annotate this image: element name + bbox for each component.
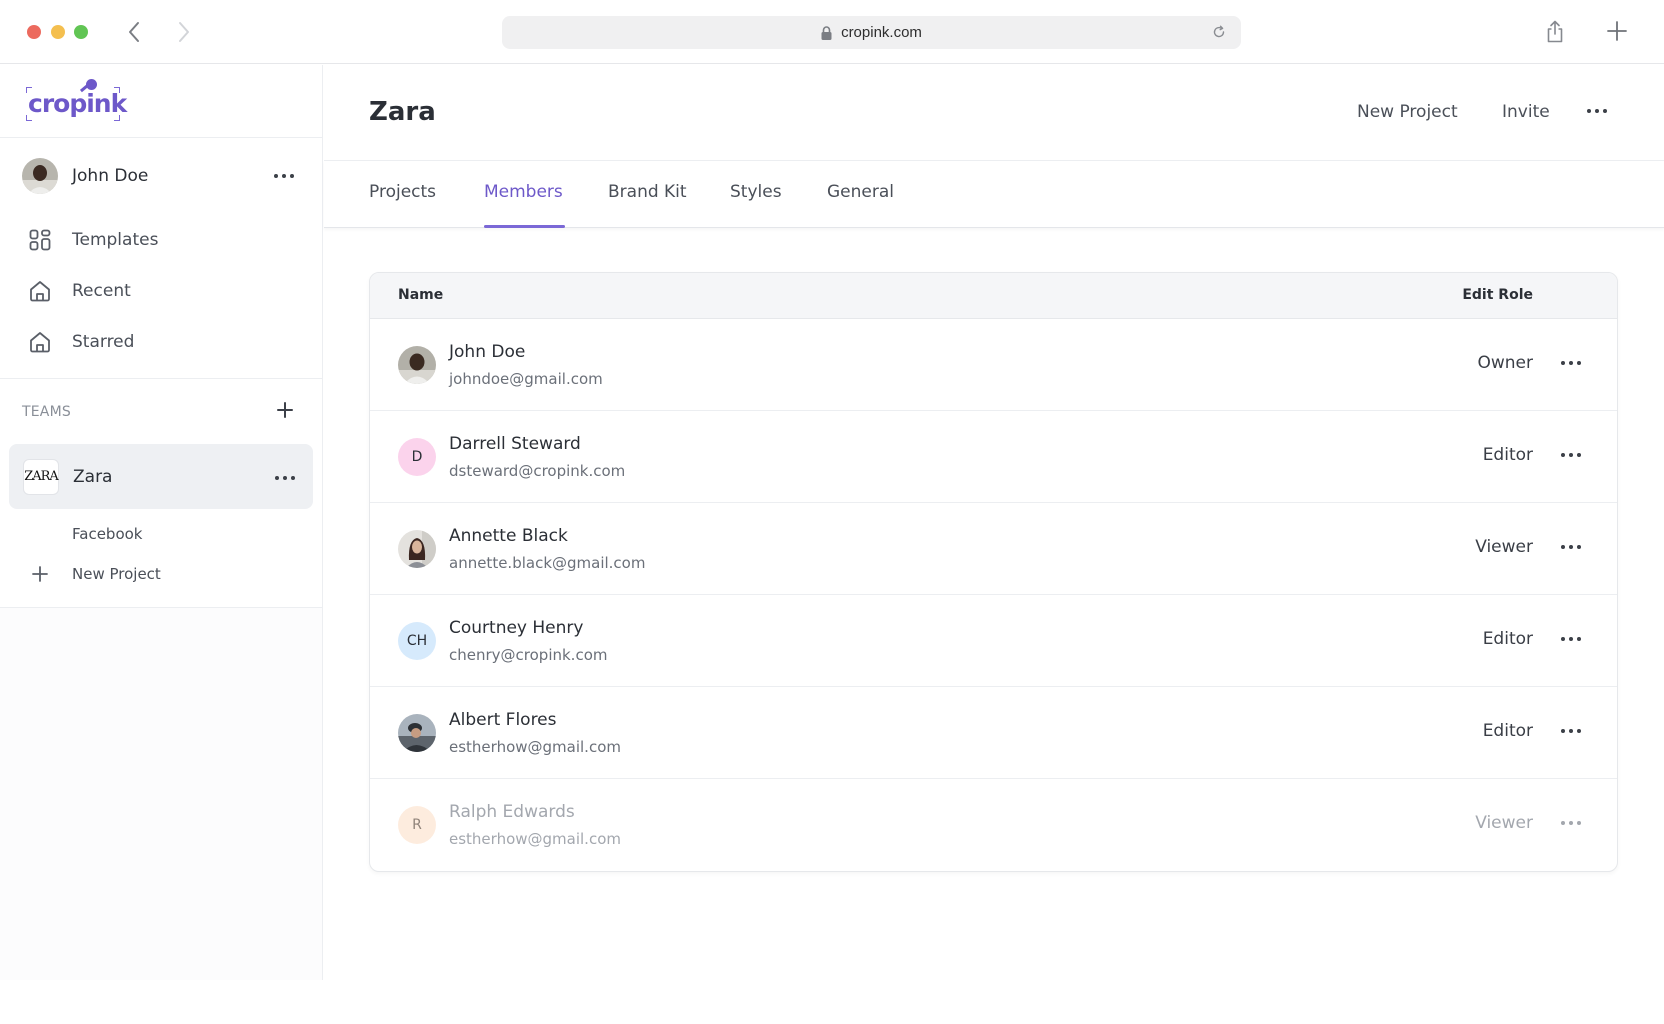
member-role[interactable]: Owner bbox=[1477, 353, 1533, 373]
team-project-facebook[interactable]: Facebook bbox=[0, 514, 322, 554]
home-icon bbox=[28, 330, 52, 354]
url-text: cropink.com bbox=[841, 24, 922, 41]
member-more-icon[interactable] bbox=[1559, 355, 1583, 371]
member-role[interactable]: Editor bbox=[1483, 445, 1533, 465]
sidebar-item-label: Templates bbox=[72, 229, 159, 250]
table-header: Name Edit Role bbox=[370, 273, 1617, 319]
user-section: John Doe Templates Recent Starred bbox=[0, 138, 322, 379]
member-email: chenry@cropink.com bbox=[449, 646, 608, 664]
member-name: Ralph Edwards bbox=[449, 802, 575, 822]
page-header: Zara New Project Invite bbox=[324, 65, 1664, 161]
team-name: Zara bbox=[73, 466, 113, 487]
member-avatar-initials: R bbox=[398, 806, 436, 844]
tab-projects[interactable]: Projects bbox=[369, 182, 436, 228]
table-row-pending[interactable]: R Ralph Edwards estherhow@gmail.com View… bbox=[370, 779, 1617, 871]
reload-icon[interactable] bbox=[1211, 24, 1227, 40]
cropink-logo[interactable]: cropink bbox=[26, 79, 127, 121]
team-tabs: Projects Members Brand Kit Styles Genera… bbox=[324, 161, 1664, 228]
new-project-label: New Project bbox=[72, 565, 161, 583]
column-header-edit-role: Edit Role bbox=[1462, 287, 1533, 303]
address-bar[interactable]: cropink.com bbox=[502, 16, 1241, 49]
sidebar: cropink John Doe Templates Recent Starre… bbox=[0, 65, 323, 980]
new-tab-plus-icon[interactable] bbox=[1606, 20, 1628, 42]
member-role[interactable]: Viewer bbox=[1475, 537, 1533, 557]
sidebar-item-label: Starred bbox=[72, 331, 135, 352]
member-name: Courtney Henry bbox=[449, 618, 584, 638]
sidebar-item-templates[interactable]: Templates bbox=[0, 214, 322, 265]
minimize-window-button[interactable] bbox=[51, 25, 65, 39]
member-email: dsteward@cropink.com bbox=[449, 462, 626, 480]
table-row[interactable]: Albert Flores estherhow@gmail.com Editor bbox=[370, 687, 1617, 779]
main-content: Zara New Project Invite Projects Members… bbox=[324, 65, 1664, 980]
team-item-zara[interactable]: ZARA Zara bbox=[9, 444, 313, 509]
tab-members[interactable]: Members bbox=[484, 182, 565, 228]
sidebar-item-label: Recent bbox=[72, 280, 131, 301]
tab-general[interactable]: General bbox=[827, 182, 894, 228]
member-name: Darrell Steward bbox=[449, 434, 581, 454]
teams-section: TEAMS ZARA Zara Facebook New Project bbox=[0, 379, 322, 608]
teams-header: TEAMS bbox=[0, 379, 322, 444]
member-email: johndoe@gmail.com bbox=[449, 370, 603, 388]
member-more-icon[interactable] bbox=[1559, 723, 1583, 739]
member-name: Albert Flores bbox=[449, 710, 557, 730]
member-role[interactable]: Editor bbox=[1483, 629, 1533, 649]
team-logo: ZARA bbox=[23, 458, 59, 495]
member-more-icon[interactable] bbox=[1559, 539, 1583, 555]
member-email: estherhow@gmail.com bbox=[449, 830, 621, 848]
member-avatar bbox=[398, 530, 436, 568]
browser-toolbar: cropink.com bbox=[0, 0, 1664, 64]
member-role[interactable]: Editor bbox=[1483, 721, 1533, 741]
team-more-icon[interactable] bbox=[273, 470, 297, 486]
sidebar-item-recent[interactable]: Recent bbox=[0, 265, 322, 316]
back-button[interactable] bbox=[120, 18, 148, 46]
close-window-button[interactable] bbox=[27, 25, 41, 39]
member-avatar-initials: CH bbox=[398, 622, 436, 660]
member-role[interactable]: Viewer bbox=[1475, 813, 1533, 833]
lock-icon bbox=[821, 25, 832, 40]
logo-text: cropink bbox=[28, 89, 127, 118]
members-table: Name Edit Role John Doe johndoe@gmail.co… bbox=[369, 272, 1618, 872]
sidebar-item-starred[interactable]: Starred bbox=[0, 316, 322, 367]
member-more-icon[interactable] bbox=[1559, 447, 1583, 463]
header-more-icon[interactable] bbox=[1585, 103, 1609, 119]
member-email: estherhow@gmail.com bbox=[449, 738, 621, 756]
user-avatar bbox=[22, 158, 58, 194]
table-row[interactable]: CH Courtney Henry chenry@cropink.com Edi… bbox=[370, 595, 1617, 687]
tab-styles[interactable]: Styles bbox=[730, 182, 782, 228]
plus-icon bbox=[32, 566, 48, 582]
member-avatar bbox=[398, 714, 436, 752]
column-header-name: Name bbox=[398, 287, 444, 303]
user-account[interactable]: John Doe bbox=[0, 138, 322, 214]
forward-button[interactable] bbox=[170, 18, 198, 46]
table-row[interactable]: D Darrell Steward dsteward@cropink.com E… bbox=[370, 411, 1617, 503]
logo-area: cropink bbox=[0, 65, 322, 138]
member-more-icon[interactable] bbox=[1559, 815, 1583, 831]
share-icon[interactable] bbox=[1545, 20, 1565, 44]
sidebar-nav: Templates Recent Starred bbox=[0, 214, 322, 378]
member-name: John Doe bbox=[449, 342, 526, 362]
table-row[interactable]: Annette Black annette.black@gmail.com Vi… bbox=[370, 503, 1617, 595]
member-name: Annette Black bbox=[449, 526, 568, 546]
grid-icon bbox=[28, 228, 52, 252]
chevron-right-icon bbox=[179, 22, 189, 42]
user-more-icon[interactable] bbox=[272, 168, 296, 184]
page-title: Zara bbox=[369, 97, 436, 127]
member-more-icon[interactable] bbox=[1559, 631, 1583, 647]
chevron-left-icon bbox=[129, 22, 139, 42]
member-avatar bbox=[398, 346, 436, 384]
maximize-window-button[interactable] bbox=[74, 25, 88, 39]
home-icon bbox=[28, 279, 52, 303]
teams-label: TEAMS bbox=[22, 403, 71, 420]
tab-brand-kit[interactable]: Brand Kit bbox=[608, 182, 687, 228]
member-avatar-initials: D bbox=[398, 438, 436, 476]
table-row[interactable]: John Doe johndoe@gmail.com Owner bbox=[370, 319, 1617, 411]
invite-button[interactable]: Invite bbox=[1502, 102, 1550, 122]
add-team-plus-icon[interactable] bbox=[276, 401, 294, 419]
sidebar-new-project-button[interactable]: New Project bbox=[0, 554, 322, 594]
member-email: annette.black@gmail.com bbox=[449, 554, 646, 572]
user-name: John Doe bbox=[72, 166, 149, 186]
new-project-button[interactable]: New Project bbox=[1357, 102, 1458, 122]
